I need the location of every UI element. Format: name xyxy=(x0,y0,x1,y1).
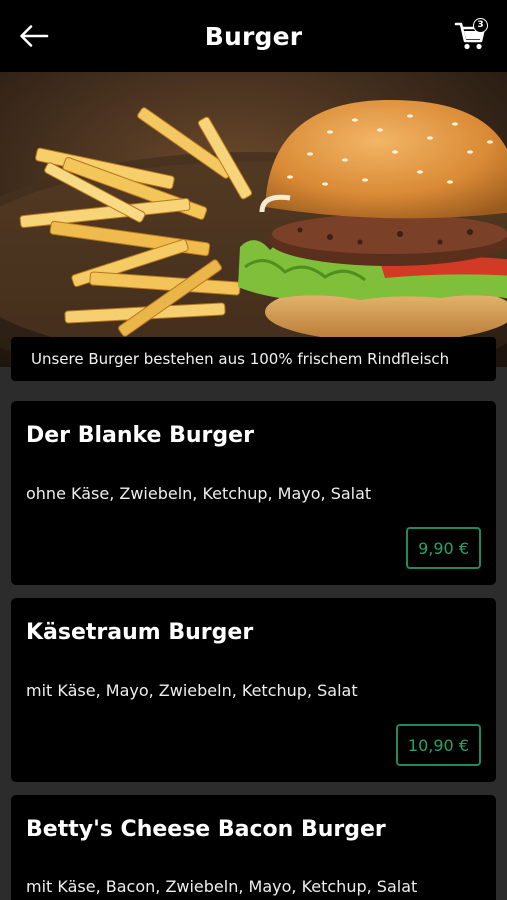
product-card[interactable]: Der Blanke Burger ohne Käse, Zwiebeln, K… xyxy=(11,401,496,585)
top-app-bar: Burger 3 xyxy=(0,0,507,72)
product-name: Betty's Cheese Bacon Burger xyxy=(26,817,386,842)
product-card[interactable]: Betty's Cheese Bacon Burger mit Käse, Ba… xyxy=(11,795,496,900)
cart-count-badge: 3 xyxy=(473,18,488,33)
product-name: Der Blanke Burger xyxy=(26,423,254,448)
hero-caption: Unsere Burger bestehen aus 100% frischem… xyxy=(11,337,496,381)
page-title: Burger xyxy=(204,21,303,51)
arrow-left-icon xyxy=(20,25,49,47)
app-screen: Burger 3 Unsere Burger bestehen aus 100%… xyxy=(0,0,507,900)
product-description: mit Käse, Bacon, Zwiebeln, Mayo, Ketchup… xyxy=(26,877,418,896)
back-button[interactable] xyxy=(14,16,54,56)
product-card[interactable]: Käsetraum Burger mit Käse, Mayo, Zwiebel… xyxy=(11,598,496,782)
product-name: Käsetraum Burger xyxy=(26,620,254,645)
price-button[interactable]: 9,90 € xyxy=(406,527,481,569)
product-description: mit Käse, Mayo, Zwiebeln, Ketchup, Salat xyxy=(26,681,358,700)
hero-image xyxy=(0,72,507,367)
cart-button[interactable]: 3 xyxy=(451,14,491,56)
product-description: ohne Käse, Zwiebeln, Ketchup, Mayo, Sala… xyxy=(26,484,372,503)
price-button[interactable]: 10,90 € xyxy=(395,724,481,766)
